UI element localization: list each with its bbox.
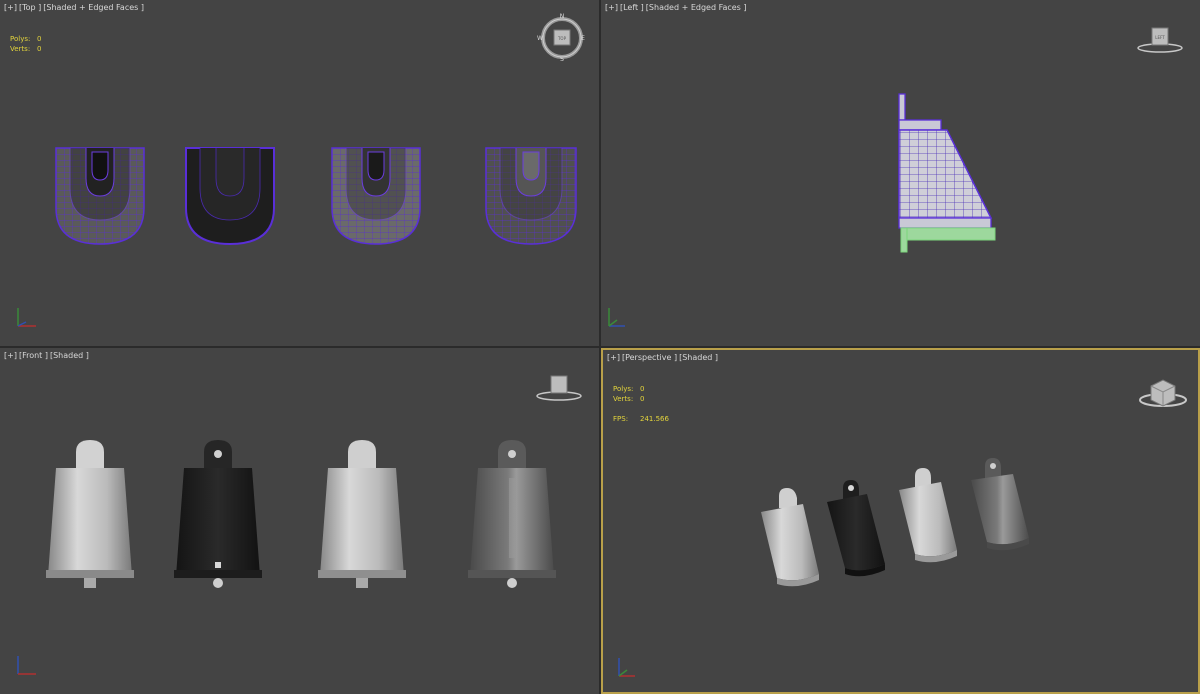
viewport-menu-plus[interactable]: [+] (607, 353, 620, 362)
cowbell-top-1[interactable] (55, 147, 145, 245)
viewport-left[interactable]: [+] [Left ] [Shaded + Edged Faces ] LEFT (601, 0, 1200, 346)
top-view-models[interactable] (0, 140, 599, 250)
viewport-view-name[interactable]: [Front ] (19, 351, 48, 360)
verts-value: 0 (37, 45, 42, 53)
cowbell-top-2[interactable] (185, 147, 275, 246)
statistics-panel: Polys: 0 Verts: 0 FPS: 241.566 (613, 384, 669, 424)
polys-value: 0 (640, 385, 645, 393)
cowbell-front-1[interactable] (46, 440, 134, 588)
axis-tripod-icon (17, 656, 36, 675)
viewport-perspective[interactable]: [+] [Perspective ] [Shaded ] Polys: 0 Verts… (601, 348, 1200, 694)
viewport-shading-mode[interactable]: [Shaded ] (50, 351, 89, 360)
axis-tripod-icon (17, 308, 36, 327)
cowbell-top-4[interactable] (485, 147, 577, 245)
perspective-view-models[interactable] (743, 450, 1053, 590)
statistics-panel: Polys: 0 Verts: 0 (10, 34, 41, 54)
compass-south: S (560, 56, 564, 62)
viewcube-compass[interactable]: TOP N S E W (536, 12, 588, 62)
verts-label: Verts: (613, 395, 634, 403)
cowbell-front-2[interactable] (174, 440, 262, 588)
viewcube[interactable] (534, 370, 584, 404)
compass-east: E (581, 35, 585, 42)
cowbell-persp-3[interactable] (899, 468, 957, 563)
viewcube-face[interactable] (550, 375, 568, 394)
cowbell-persp-1[interactable] (761, 488, 819, 587)
polys-label: Polys: (10, 35, 31, 43)
viewport-view-name[interactable]: [Left ] (620, 3, 644, 12)
viewport-menu-plus[interactable]: [+] (605, 3, 618, 12)
viewport-menu-plus[interactable]: [+] (4, 3, 17, 12)
viewcube-face-label: TOP (557, 36, 567, 41)
verts-label: Verts: (10, 45, 31, 53)
cowbell-persp-2[interactable] (827, 480, 885, 577)
viewport-shading-mode[interactable]: [Shaded + Edged Faces ] (646, 3, 747, 12)
verts-value: 0 (640, 395, 645, 403)
cowbell-front-3[interactable] (318, 440, 406, 588)
viewport-label-top[interactable]: [+] [Top ] [Shaded + Edged Faces ] (4, 3, 146, 12)
selected-pivot-part[interactable] (900, 227, 996, 241)
compass-west: W (537, 35, 543, 42)
viewport-shading-mode[interactable]: [Shaded + Edged Faces ] (43, 3, 144, 12)
viewport-view-name[interactable]: [Top ] (19, 3, 41, 12)
cowbell-front-4[interactable] (468, 440, 556, 588)
viewport-label-left[interactable]: [+] [Left ] [Shaded + Edged Faces ] (605, 3, 749, 12)
viewport-front[interactable]: [+] [Front ] [Shaded ] (0, 348, 599, 694)
viewcube-face-label: LEFT (1155, 35, 1165, 40)
polys-label: Polys: (613, 385, 634, 393)
axis-tripod-icon (618, 658, 635, 677)
viewport-top[interactable]: [+] [Top ] [Shaded + Edged Faces ] Polys: 0… (0, 0, 599, 346)
fps-label: FPS: (613, 415, 629, 423)
fps-value: 241.566 (640, 415, 669, 423)
viewport-shading-mode[interactable]: [Shaded ] (679, 353, 718, 362)
front-view-models[interactable] (0, 438, 599, 608)
viewport-label-perspective[interactable]: [+] [Perspective ] [Shaded ] (607, 353, 720, 362)
viewport-label-front[interactable]: [+] [Front ] [Shaded ] (4, 351, 91, 360)
compass-north: N (560, 13, 565, 20)
polys-value: 0 (37, 35, 42, 43)
cowbell-persp-4[interactable] (971, 458, 1029, 551)
axis-tripod-icon (608, 308, 625, 327)
left-view-model[interactable] (891, 90, 1011, 260)
cowbell-top-3[interactable] (331, 147, 421, 245)
viewcube[interactable]: LEFT (1135, 22, 1185, 56)
viewport-view-name[interactable]: [Perspective ] (622, 353, 677, 362)
viewcube[interactable] (1137, 370, 1189, 410)
viewport-menu-plus[interactable]: [+] (4, 351, 17, 360)
